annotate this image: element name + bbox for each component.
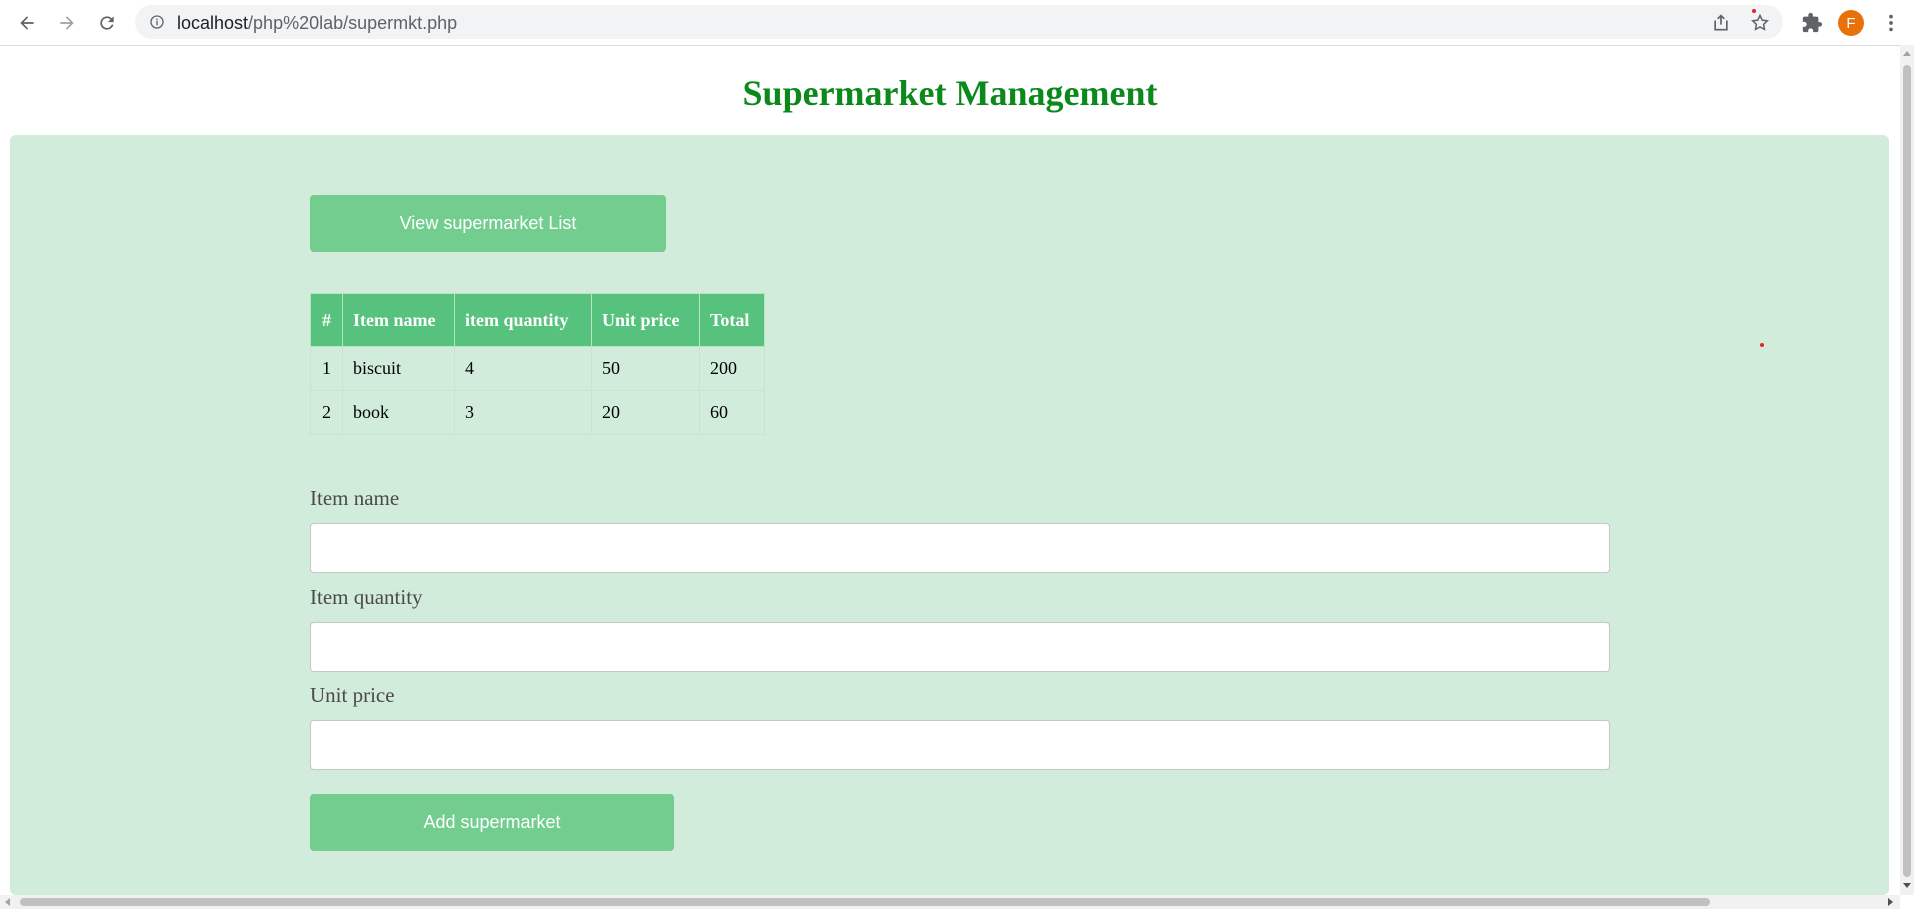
add-supermarket-button[interactable]: Add supermarket — [310, 794, 674, 851]
item-quantity-input[interactable] — [310, 622, 1610, 672]
arrow-left-icon — [20, 16, 34, 30]
arrow-right-icon — [60, 16, 74, 30]
kebab-menu-icon — [1889, 14, 1893, 32]
column-header-item-name: Item name — [342, 293, 455, 347]
profile-avatar[interactable]: F — [1838, 10, 1864, 36]
cell-item-quantity: 4 — [454, 346, 592, 391]
vertical-scroll-thumb[interactable] — [1903, 65, 1911, 877]
column-header-item-quantity: item quantity — [454, 293, 592, 347]
address-bar[interactable]: localhost/php%20lab/supermkt.php — [135, 5, 1783, 39]
column-header-unit-price: Unit price — [591, 293, 700, 347]
cell-item-name: biscuit — [342, 346, 455, 391]
cell-item-name: book — [342, 390, 455, 435]
page-title: Supermarket Management — [742, 73, 1158, 113]
scroll-left-arrow-icon[interactable] — [5, 898, 10, 906]
unit-price-input[interactable] — [310, 720, 1610, 770]
item-quantity-label: Item quantity — [310, 585, 423, 609]
star-icon — [1750, 13, 1770, 31]
info-icon[interactable] — [149, 14, 165, 30]
url-text[interactable]: localhost/php%20lab/supermkt.php — [177, 13, 457, 34]
forward-button[interactable] — [54, 10, 80, 36]
cell-number: 2 — [310, 390, 343, 435]
cell-total: 60 — [699, 390, 765, 435]
column-header-number: # — [310, 293, 343, 347]
cell-unit-price: 20 — [591, 390, 700, 435]
red-dot-marker — [1760, 343, 1764, 347]
browser-toolbar: localhost/php%20lab/supermkt.php F — [0, 0, 1914, 46]
scroll-right-arrow-icon[interactable] — [1888, 898, 1893, 906]
cell-unit-price: 50 — [591, 346, 700, 391]
unit-price-label: Unit price — [310, 683, 395, 707]
horizontal-scroll-thumb[interactable] — [20, 898, 1710, 906]
table-header-row: # Item name item quantity Unit price Tot… — [310, 293, 765, 347]
browser-menu-button[interactable] — [1878, 10, 1904, 36]
share-icon — [1714, 14, 1728, 31]
cell-total: 200 — [699, 346, 765, 391]
notification-dot — [1752, 9, 1756, 13]
url-host: localhost — [177, 13, 249, 33]
url-path: /php%20lab/supermkt.php — [248, 13, 458, 33]
reload-icon — [100, 16, 114, 30]
item-name-label: Item name — [310, 486, 400, 510]
column-header-total: Total — [699, 293, 765, 347]
cell-item-quantity: 3 — [454, 390, 592, 435]
extensions-button[interactable] — [1799, 10, 1825, 36]
main-panel: View supermarket List # Item name item q… — [10, 135, 1889, 895]
scroll-down-arrow-icon[interactable] — [1903, 883, 1911, 888]
puzzle-icon — [1802, 12, 1823, 33]
vertical-scrollbar[interactable] — [1900, 45, 1914, 895]
reload-button[interactable] — [94, 10, 120, 36]
item-name-input[interactable] — [310, 523, 1610, 573]
cell-number: 1 — [310, 346, 343, 391]
view-supermarket-list-button[interactable]: View supermarket List — [310, 195, 666, 252]
table-row: 2 book 3 20 60 — [310, 390, 765, 435]
share-button[interactable] — [1710, 12, 1732, 34]
back-button[interactable] — [14, 10, 40, 36]
table-row: 1 biscuit 4 50 200 — [310, 346, 765, 391]
horizontal-scrollbar[interactable] — [0, 895, 1900, 909]
bookmark-button[interactable] — [1749, 12, 1771, 34]
scroll-up-arrow-icon[interactable] — [1903, 51, 1911, 56]
items-table: # Item name item quantity Unit price Tot… — [310, 293, 765, 435]
